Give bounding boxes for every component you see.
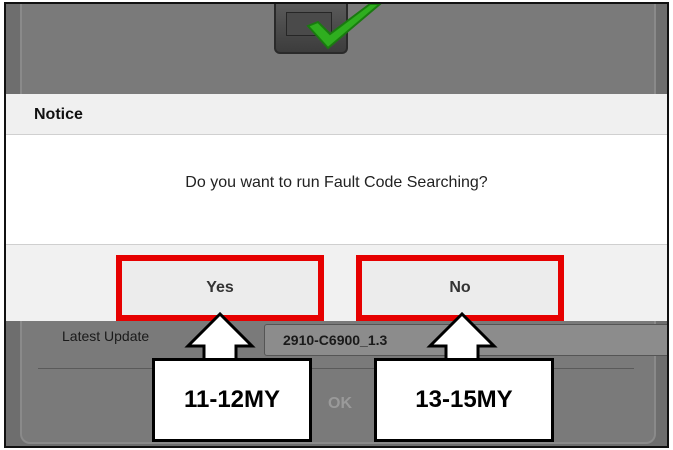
callout-right: 13-15MY <box>374 312 556 446</box>
dialog-footer: Yes No <box>6 244 667 321</box>
screenshot-frame: Latest Update 2910-C6900_1.3 OK Notice D… <box>4 2 669 448</box>
check-icon <box>306 4 382 50</box>
callout-label-13-15my: 13-15MY <box>374 358 554 442</box>
dialog-message: Do you want to run Fault Code Searching? <box>185 174 488 191</box>
callout-left: 11-12MY <box>152 312 322 446</box>
callout-label-11-12my: 11-12MY <box>152 358 312 442</box>
dialog-title: Notice <box>34 106 83 123</box>
latest-update-label: Latest Update <box>62 328 150 344</box>
notice-dialog: Notice Do you want to run Fault Code Sea… <box>6 94 667 321</box>
dialog-header: Notice <box>6 94 667 135</box>
ok-button[interactable]: OK <box>328 395 352 413</box>
